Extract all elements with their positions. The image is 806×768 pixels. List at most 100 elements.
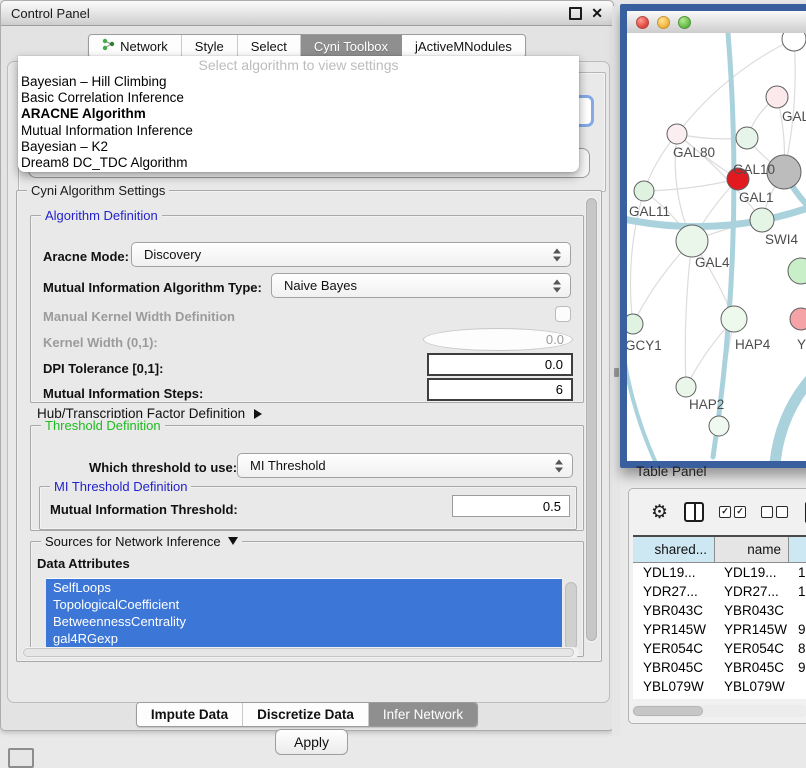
network-node-swi4[interactable]	[750, 208, 774, 232]
grid-handle-icon[interactable]	[8, 748, 34, 768]
algorithm-option[interactable]: Mutual Information Inference	[18, 123, 579, 139]
algorithm-dropdown-prompt: Select algorithm to view settings	[18, 56, 579, 74]
node-label: HAP2	[689, 397, 724, 412]
table-horizontal-scrollbar[interactable]	[632, 705, 806, 717]
node-label: GCY1	[627, 338, 662, 353]
apply-button-label: Apply	[294, 734, 329, 750]
tab-infer-network[interactable]: Infer Network	[369, 703, 477, 726]
table-cell: YBL079W	[633, 679, 715, 694]
float-window-icon[interactable]	[569, 7, 582, 20]
tab-network[interactable]: Network	[89, 35, 182, 57]
table-cell: YDL19...	[633, 565, 715, 580]
algorithm-option[interactable]: Basic Correlation Inference	[18, 90, 579, 106]
expand-right-icon	[254, 409, 262, 419]
network-node-ntop[interactable]	[782, 33, 806, 51]
mi-threshold-group: MI Threshold Definition Mutual Informati…	[39, 486, 577, 530]
mac-zoom-button[interactable]	[678, 16, 691, 29]
table-row[interactable]: YLR345WYLR345W9.	[633, 696, 806, 699]
tab-style[interactable]: Style	[182, 35, 238, 57]
network-edge	[784, 39, 795, 172]
close-icon[interactable]: ✕	[591, 6, 603, 20]
network-node-nbot[interactable]	[709, 416, 729, 436]
table-cell: YBR043C	[715, 603, 789, 618]
mac-minimize-button[interactable]	[657, 16, 670, 29]
tab-jactivemnodules[interactable]: jActiveMNodules	[402, 35, 525, 57]
tab-label: jActiveMNodules	[415, 39, 512, 54]
data-attributes-list: SelfLoopsTopologicalCoefficientBetweenne…	[46, 578, 562, 653]
column-header[interactable]: name	[715, 537, 789, 562]
network-edge	[644, 179, 738, 191]
tab-label: Style	[195, 39, 224, 54]
network-node-gal10[interactable]	[736, 127, 758, 149]
table-cell: 9.	[789, 698, 806, 699]
threshold-definition-legend: Threshold Definition	[41, 418, 165, 433]
network-node-gcy1[interactable]	[627, 314, 643, 334]
sources-legend[interactable]: Sources for Network Inference	[41, 534, 242, 549]
network-window-titlebar	[627, 11, 806, 34]
table-row[interactable]: YBR045CYBR045C9.	[633, 658, 806, 677]
mi-steps-field[interactable]	[427, 378, 573, 401]
column-header[interactable]: shared...	[633, 537, 715, 562]
table-row[interactable]: YBL079WYBL079W	[633, 677, 806, 696]
network-node-hap4[interactable]	[721, 306, 747, 332]
apply-button[interactable]: Apply	[275, 729, 348, 755]
attribute-list-scrollbar[interactable]	[565, 582, 577, 650]
network-node-gal4[interactable]	[676, 225, 708, 257]
tab-select[interactable]: Select	[238, 35, 301, 57]
table-toolbar: ⚙ ✓ ✓	[629, 489, 806, 535]
table-cell: YDR27...	[715, 584, 789, 599]
network-node-npink[interactable]	[790, 308, 806, 330]
divider-grip-icon[interactable]	[614, 368, 619, 377]
control-panel-titlebar: Control Panel ✕	[1, 1, 613, 26]
manual-kernel-checkbox[interactable]	[555, 306, 571, 322]
table-row[interactable]: YER054CYER054C8.	[633, 639, 806, 658]
node-label: GAL1	[739, 190, 774, 205]
data-attribute-item[interactable]: BetweennessCentrality	[46, 613, 562, 630]
settings-vertical-scrollbar[interactable]	[585, 196, 598, 643]
column-view-icon[interactable]	[684, 502, 704, 522]
bottom-tab-bar: Impute DataDiscretize DataInfer Network	[1, 702, 613, 727]
table-cell: YDR27...	[633, 584, 715, 599]
tab-discretize-data[interactable]: Discretize Data	[243, 703, 369, 726]
data-attribute-item[interactable]: gal4RGexp	[46, 630, 562, 647]
which-threshold-combobox[interactable]: MI Threshold	[237, 453, 573, 478]
tab-label: Network	[120, 39, 168, 54]
column-header[interactable]	[789, 537, 806, 562]
mac-close-button[interactable]	[636, 16, 649, 29]
aracne-mode-combobox[interactable]: Discovery	[131, 242, 571, 267]
mi-algorithm-type-value: Naive Bayes	[284, 278, 357, 293]
table-row[interactable]: YDL19...YDL19...13	[633, 563, 806, 582]
tab-cyni-toolbox[interactable]: Cyni Toolbox	[301, 35, 402, 57]
network-node-hap2[interactable]	[676, 377, 696, 397]
network-view-window: GALGAL80GAL10GAL1GAL11SWI4GAL4GCY1HAP4YH…	[620, 4, 806, 468]
data-attribute-item[interactable]: SelfLoops	[46, 579, 562, 596]
combo-spinner-icon	[553, 248, 562, 261]
table-row[interactable]: YPR145WYPR145W9.	[633, 620, 806, 639]
network-canvas[interactable]: GALGAL80GAL10GAL1GAL11SWI4GAL4GCY1HAP4YH…	[627, 33, 806, 461]
algorithm-option[interactable]: ARACNE Algorithm	[18, 106, 579, 122]
gear-icon[interactable]: ⚙	[651, 503, 668, 522]
settings-horizontal-scrollbar[interactable]	[22, 647, 579, 658]
mi-threshold-field[interactable]	[452, 495, 570, 517]
network-node-ngreen[interactable]	[788, 258, 806, 284]
data-attribute-item[interactable]: TopologicalCoefficient	[46, 596, 562, 613]
combo-spinner-icon	[553, 279, 562, 292]
table-row[interactable]: YBR043CYBR043C	[633, 601, 806, 620]
control-panel-title: Control Panel	[11, 6, 90, 21]
cyni-algorithm-settings-group: Cyni Algorithm Settings Algorithm Defini…	[16, 190, 602, 662]
deselect-all-rows-icon[interactable]	[761, 506, 788, 518]
tab-impute-data[interactable]: Impute Data	[137, 703, 243, 726]
algorithm-option[interactable]: Dream8 DC_TDC Algorithm	[18, 155, 579, 171]
dpi-tolerance-field[interactable]	[427, 353, 573, 376]
table-row[interactable]: YDR27...YDR27...12	[633, 582, 806, 601]
algorithm-option[interactable]: Bayesian – Hill Climbing	[18, 74, 579, 90]
checked-checkbox-icon: ✓	[734, 506, 746, 518]
select-all-rows-icon[interactable]: ✓ ✓	[719, 506, 746, 518]
kernel-width-field[interactable]	[423, 328, 573, 351]
algorithm-option[interactable]: Bayesian – K2	[18, 139, 579, 155]
network-edge	[713, 33, 734, 457]
mi-algorithm-type-combobox[interactable]: Naive Bayes	[271, 273, 571, 298]
network-node-gal80[interactable]	[667, 124, 687, 144]
network-node-gal7[interactable]	[766, 86, 788, 108]
network-node-gal11[interactable]	[634, 181, 654, 201]
